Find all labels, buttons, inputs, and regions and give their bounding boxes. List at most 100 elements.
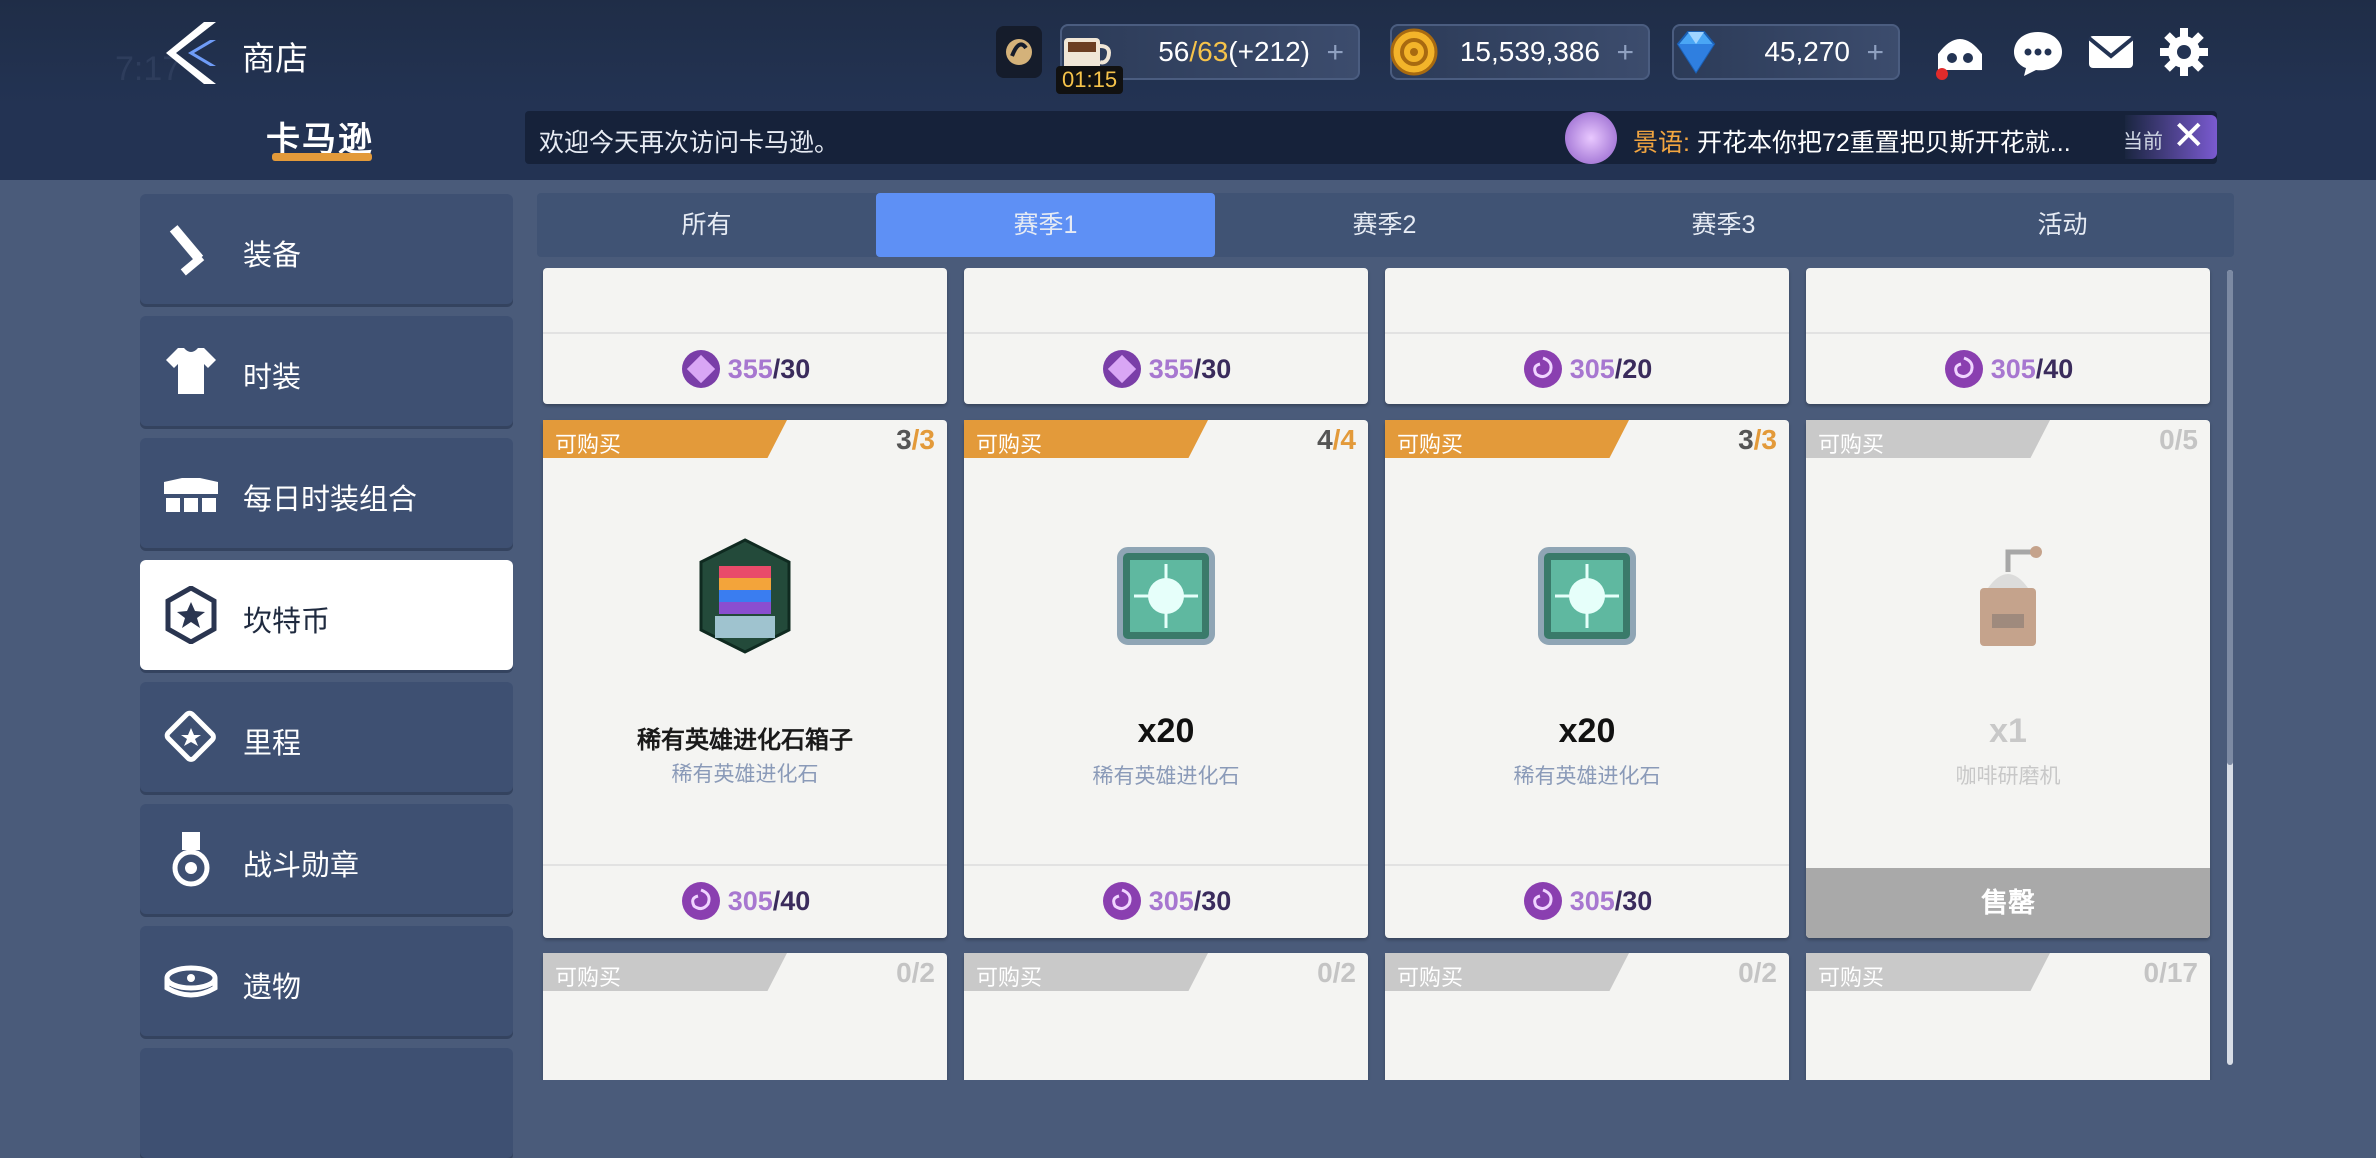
outfit-bundle-icon — [164, 478, 218, 512]
tab-season-1[interactable]: 赛季1 — [876, 193, 1215, 257]
purchasable-ribbon: 可购买 — [964, 953, 1208, 991]
diamond-icon — [1676, 31, 1716, 74]
mail-icon[interactable] — [2083, 24, 2139, 80]
shop-card[interactable]: 可购买 3/3 x20 稀有英雄进化石 305/30 — [1385, 420, 1789, 938]
sidebar-item-label: 遗物 — [243, 972, 302, 1004]
shop-card-partial[interactable]: 305/40 — [1806, 268, 2210, 404]
purchase-count: 0/2 — [1738, 957, 1777, 988]
shop-card[interactable]: 可购买 0/2 — [964, 953, 1368, 1080]
price-row: 305/20 — [1385, 332, 1789, 404]
purchasable-ribbon: 可购买 — [1806, 420, 2050, 458]
notice-bar: 欢迎今天再次访问卡马逊。 景语: 开花本你把72重置把贝斯开花就... 当前 ✕ — [525, 111, 2217, 164]
sidebar-item-mileage[interactable]: 里程 — [140, 682, 513, 792]
evolution-stone-icon — [1117, 547, 1215, 645]
purchasable-ribbon: 可购买 — [1806, 953, 2050, 991]
welcome-message: 欢迎今天再次访问卡马逊。 — [539, 129, 840, 157]
relic-icon — [164, 965, 218, 998]
sidebar-item-costume[interactable]: 时装 — [140, 316, 513, 426]
stamina-current: 56 — [1158, 36, 1190, 67]
grid-scrollbar[interactable] — [2227, 270, 2233, 1065]
guild-icon[interactable] — [1932, 24, 1988, 80]
sidebar-item-kanter-coin[interactable]: 坎特币 — [140, 560, 513, 670]
shop-card[interactable]: 可购买 3/3 稀有英雄进化石箱子 稀有英雄进化石 305/40 — [543, 420, 947, 938]
price-row: 305/30 — [964, 864, 1368, 936]
purchase-count: 3/3 — [896, 424, 935, 455]
shop-card-partial[interactable]: 305/20 — [1385, 268, 1789, 404]
shop-card-partial[interactable]: 355/30 — [543, 268, 947, 404]
purple-diamond-coin-icon — [681, 350, 720, 388]
shirt-icon — [166, 348, 216, 394]
gold-display[interactable]: 15,539,386 + — [1390, 24, 1650, 80]
shop-card[interactable]: 可购买 0/2 — [1385, 953, 1789, 1080]
sidebar-item-equipment[interactable]: 装备 — [140, 194, 513, 304]
purchase-count: 0/5 — [2159, 424, 2198, 455]
stamina-max: 63 — [1197, 36, 1229, 67]
stamina-timer: 01:15 — [1056, 66, 1124, 94]
sidebar-item-label: 每日时装组合 — [243, 484, 418, 516]
gold-coin-icon — [1390, 28, 1438, 76]
price-row: 355/30 — [964, 332, 1368, 404]
item-subtitle: 咖啡研磨机 — [1955, 765, 2061, 788]
price-row: 305/40 — [543, 864, 947, 936]
purchasable-ribbon: 可购买 — [543, 953, 787, 991]
price-row: 305/40 — [1806, 332, 2210, 404]
tab-season-2[interactable]: 赛季2 — [1215, 193, 1554, 257]
page-title: 商店 — [242, 40, 308, 77]
purple-swirl-coin-icon — [1102, 882, 1141, 920]
price-row: 355/30 — [543, 332, 947, 404]
settings-gear-icon[interactable] — [2156, 24, 2212, 80]
item-subtitle: 稀有英雄进化石 — [1092, 765, 1240, 788]
current-label: 当前 — [2123, 131, 2163, 153]
purchase-count: 4/4 — [1317, 424, 1356, 455]
sidebar-item-relic[interactable]: 遗物 — [140, 926, 513, 1036]
item-subtitle: 稀有英雄进化石 — [671, 763, 819, 786]
shop-card-partial[interactable]: 355/30 — [964, 268, 1368, 404]
shop-card-soldout[interactable]: 可购买 0/5 x1 咖啡研磨机 售罄 — [1806, 420, 2210, 938]
sidebar-item-label: 里程 — [243, 728, 302, 760]
boost-icon[interactable] — [996, 26, 1042, 78]
shop-card[interactable]: 可购买 4/4 x20 稀有英雄进化石 305/30 — [964, 420, 1368, 938]
purple-swirl-coin-icon — [1944, 350, 1983, 388]
purchase-count: 0/2 — [896, 957, 935, 988]
gem-display[interactable]: 45,270 + — [1672, 24, 1900, 80]
sidebar-item-daily-costume-bundle[interactable]: 每日时装组合 — [140, 438, 513, 548]
back-arrow-icon[interactable] — [166, 18, 226, 88]
scrollbar-thumb[interactable] — [2227, 270, 2233, 765]
price-row: 305/30 — [1385, 864, 1789, 936]
tab-event[interactable]: 活动 — [1893, 193, 2232, 257]
gem-plus-button[interactable]: + — [1866, 36, 1884, 70]
medal-icon — [172, 832, 210, 887]
sidebar-item-label: 战斗勋章 — [243, 850, 360, 882]
tab-season-3[interactable]: 赛季3 — [1554, 193, 1893, 257]
stamina-bonus: (+212) — [1228, 36, 1310, 67]
speaker-avatar — [1565, 112, 1617, 164]
gold-plus-button[interactable]: + — [1616, 36, 1634, 70]
gem-amount: 45,270 — [1764, 36, 1850, 67]
sidebar-item-label: 装备 — [243, 240, 302, 272]
purchase-count: 0/17 — [2143, 957, 2198, 988]
evolution-stone-icon — [1538, 547, 1636, 645]
purple-swirl-coin-icon — [681, 882, 720, 920]
sidebar-item-label: 时装 — [243, 362, 302, 394]
sidebar-item-more[interactable] — [140, 1048, 513, 1158]
chat-icon[interactable] — [2010, 24, 2066, 80]
chat-message[interactable]: 开花本你把72重置把贝斯开花就... — [1697, 123, 2071, 159]
sidebar-item-label: 坎特币 — [243, 606, 331, 638]
purchasable-ribbon: 可购买 — [1385, 953, 1629, 991]
sidebar-item-battle-medal[interactable]: 战斗勋章 — [140, 804, 513, 914]
ticket-icon — [164, 710, 216, 762]
purchase-count: 3/3 — [1738, 424, 1777, 455]
item-quantity: x20 — [1558, 712, 1616, 750]
close-icon[interactable]: ✕ — [2172, 113, 2206, 159]
shop-card[interactable]: 可购买 0/2 — [543, 953, 947, 1080]
item-quantity: x20 — [1137, 712, 1195, 750]
rainbow-stone-box-icon — [699, 538, 791, 654]
shop-card[interactable]: 可购买 0/17 — [1806, 953, 2210, 1080]
stamina-plus-button[interactable]: + — [1326, 36, 1344, 70]
purchasable-ribbon: 可购买 — [543, 420, 787, 458]
sold-out-banner: 售罄 — [1806, 868, 2210, 938]
kanter-coin-icon — [165, 586, 217, 644]
tab-all[interactable]: 所有 — [537, 193, 876, 257]
item-name: 稀有英雄进化石箱子 — [637, 727, 853, 754]
coffee-grinder-icon — [1980, 546, 2042, 646]
